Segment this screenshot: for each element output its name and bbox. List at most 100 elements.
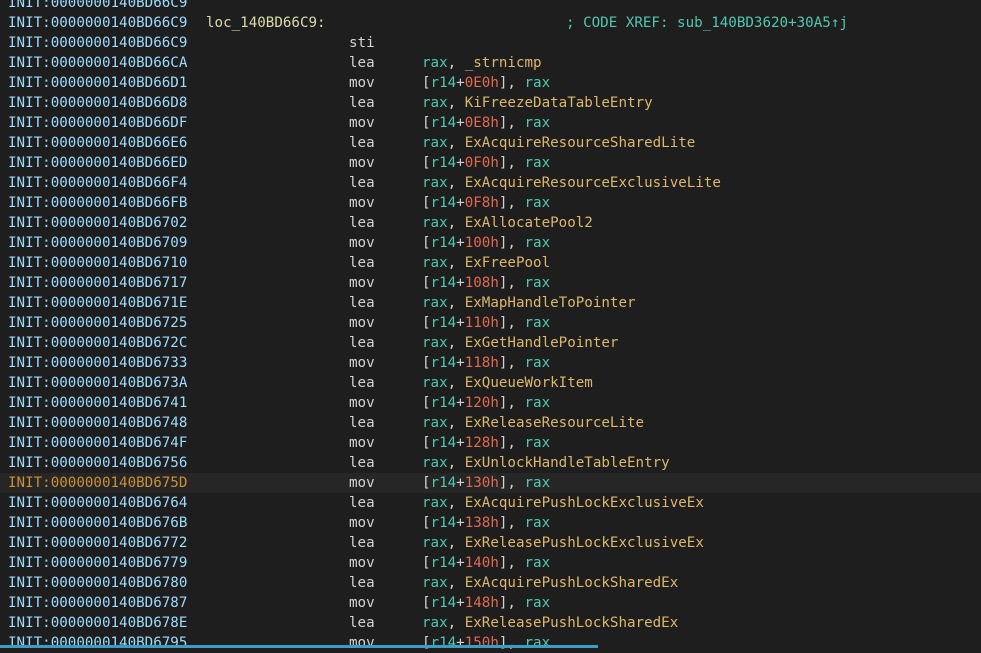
address[interactable]: INIT:0000000140BD66D8 <box>8 93 187 113</box>
address[interactable]: INIT:0000000140BD6748 <box>8 413 187 433</box>
symbol-operand[interactable]: ExAcquirePushLockSharedEx <box>465 575 679 591</box>
listing-row[interactable]: INIT:0000000140BD66E6 lea rax, ExAcquireRe… <box>0 133 981 153</box>
register-operand: rax <box>524 275 551 291</box>
address[interactable]: INIT:0000000140BD6717 <box>8 273 187 293</box>
mnemonic: mov <box>349 235 375 251</box>
listing-row[interactable]: INIT:0000000140BD6733 mov [r14+118h], rax <box>0 353 981 373</box>
mnemonic: mov <box>349 395 375 411</box>
operands: rax, ExReleasePushLockExclusiveEx <box>422 535 704 551</box>
address[interactable]: INIT:0000000140BD676B <box>8 513 187 533</box>
listing-row[interactable]: INIT:0000000140BD678E lea rax, ExReleasePu… <box>0 613 981 633</box>
mnemonic: lea <box>349 95 375 111</box>
listing-row[interactable]: INIT:0000000140BD674F mov [r14+128h], rax <box>0 433 981 453</box>
listing-row[interactable]: INIT:0000000140BD6717 mov [r14+108h], rax <box>0 273 981 293</box>
address[interactable]: INIT:0000000140BD6772 <box>8 533 187 553</box>
listing-row[interactable]: INIT:0000000140BD66C9 sti <box>0 33 981 53</box>
listing-row[interactable]: INIT:0000000140BD6702 lea rax, ExAllocateP… <box>0 213 981 233</box>
operands: rax, ExAcquirePushLockExclusiveEx <box>422 495 704 511</box>
mnemonic: sti <box>349 35 375 51</box>
symbol-operand[interactable]: _strnicmp <box>465 55 542 71</box>
listing-row[interactable]: INIT:0000000140BD6710 lea rax, ExFreePool <box>0 253 981 273</box>
symbol-operand[interactable]: ExGetHandlePointer <box>465 335 619 351</box>
listing-row[interactable]: INIT:0000000140BD66D8 lea rax, KiFreezeDat… <box>0 93 981 113</box>
listing-row[interactable]: INIT:0000000140BD66F4 lea rax, ExAcquireRe… <box>0 173 981 193</box>
listing-row[interactable]: INIT:0000000140BD6709 mov [r14+100h], rax <box>0 233 981 253</box>
listing-row[interactable]: INIT:0000000140BD66DF mov [r14+0E8h], rax <box>0 113 981 133</box>
listing-row[interactable]: INIT:0000000140BD66C9 loc_140BD66C9: ; COD… <box>0 13 981 33</box>
listing-row[interactable]: INIT:0000000140BD66ED mov [r14+0F0h], rax <box>0 153 981 173</box>
address[interactable]: INIT:0000000140BD66DF <box>8 113 187 133</box>
address[interactable]: INIT:0000000140BD66C9 <box>8 33 187 53</box>
listing-row[interactable]: INIT:0000000140BD675D mov [r14+130h], rax <box>0 473 981 493</box>
listing-row[interactable]: INIT:0000000140BD671E lea rax, ExMapHandle… <box>0 293 981 313</box>
address[interactable]: INIT:0000000140BD673A <box>8 373 187 393</box>
symbol-operand[interactable]: ExAcquireResourceExclusiveLite <box>465 175 721 191</box>
listing-row[interactable]: INIT:0000000140BD6787 mov [r14+148h], rax <box>0 593 981 613</box>
address[interactable]: INIT:0000000140BD66C9 <box>8 0 187 13</box>
symbol-operand[interactable]: KiFreezeDataTableEntry <box>465 95 653 111</box>
address[interactable]: INIT:0000000140BD6725 <box>8 313 187 333</box>
listing-row[interactable]: INIT:0000000140BD66D1 mov [r14+0E0h], rax <box>0 73 981 93</box>
address[interactable]: INIT:0000000140BD66E6 <box>8 133 187 153</box>
address[interactable]: INIT:0000000140BD6780 <box>8 573 187 593</box>
listing-row[interactable]: INIT:0000000140BD66CA lea rax, _strnicmp <box>0 53 981 73</box>
address[interactable]: INIT:0000000140BD671E <box>8 293 187 313</box>
address[interactable]: INIT:0000000140BD6733 <box>8 353 187 373</box>
listing-row[interactable]: INIT:0000000140BD672C lea rax, ExGetHandle… <box>0 333 981 353</box>
mnemonic: mov <box>349 275 375 291</box>
listing-row[interactable]: INIT:0000000140BD6756 lea rax, ExUnlockHan… <box>0 453 981 473</box>
address[interactable]: INIT:0000000140BD6764 <box>8 493 187 513</box>
symbol-operand[interactable]: ExQueueWorkItem <box>465 375 593 391</box>
address[interactable]: INIT:0000000140BD675D <box>8 473 187 493</box>
offset-value: 100h <box>464 235 499 251</box>
address[interactable]: INIT:0000000140BD66D1 <box>8 73 187 93</box>
address[interactable]: INIT:0000000140BD6741 <box>8 393 187 413</box>
listing-row[interactable]: INIT:0000000140BD676B mov [r14+138h], rax <box>0 513 981 533</box>
symbol-operand[interactable]: ExUnlockHandleTableEntry <box>465 455 670 471</box>
symbol-operand[interactable]: ExAcquirePushLockExclusiveEx <box>465 495 704 511</box>
symbol-operand[interactable]: ExReleasePushLockSharedEx <box>465 615 679 631</box>
symbol-operand[interactable]: ExAcquireResourceSharedLite <box>465 135 696 151</box>
listing-row[interactable]: INIT:0000000140BD66C9 <box>0 0 981 13</box>
address[interactable]: INIT:0000000140BD674F <box>8 433 187 453</box>
base-register: r14 <box>430 355 457 371</box>
listing-row[interactable]: INIT:0000000140BD6748 lea rax, ExReleaseRe… <box>0 413 981 433</box>
address[interactable]: INIT:0000000140BD66ED <box>8 153 187 173</box>
address[interactable]: INIT:0000000140BD6709 <box>8 233 187 253</box>
address[interactable]: INIT:0000000140BD6779 <box>8 553 187 573</box>
address[interactable]: INIT:0000000140BD66F4 <box>8 173 187 193</box>
disassembly-listing[interactable]: INIT:0000000140BD66C9 INIT:0000000140BD66… <box>0 0 981 653</box>
listing-row[interactable]: INIT:0000000140BD6764 lea rax, ExAcquirePu… <box>0 493 981 513</box>
listing-row[interactable]: INIT:0000000140BD6741 mov [r14+120h], rax <box>0 393 981 413</box>
listing-row[interactable]: INIT:0000000140BD6795 mov [r14+150h], rax <box>0 633 981 653</box>
register-operand: rax <box>524 395 551 411</box>
listing-row[interactable]: INIT:0000000140BD673A lea rax, ExQueueWork… <box>0 373 981 393</box>
base-register: r14 <box>430 395 457 411</box>
symbol-operand[interactable]: ExReleaseResourceLite <box>465 415 644 431</box>
address[interactable]: INIT:0000000140BD6795 <box>8 633 187 653</box>
address[interactable]: INIT:0000000140BD672C <box>8 333 187 353</box>
operands: [r14+138h], rax <box>422 515 551 531</box>
offset-value: 150h <box>464 635 499 651</box>
code-label[interactable]: loc_140BD66C9: <box>206 13 326 33</box>
address[interactable]: INIT:0000000140BD66C9 <box>8 13 187 33</box>
symbol-operand[interactable]: ExFreePool <box>465 255 550 271</box>
address[interactable]: INIT:0000000140BD6710 <box>8 253 187 273</box>
symbol-operand[interactable]: ExReleasePushLockExclusiveEx <box>465 535 704 551</box>
xref-comment[interactable]: ; CODE XREF: sub_140BD3620+30A5↑j <box>566 13 848 33</box>
listing-row[interactable]: INIT:0000000140BD6779 mov [r14+140h], rax <box>0 553 981 573</box>
symbol-operand[interactable]: ExAllocatePool2 <box>465 215 593 231</box>
operands: rax, ExReleaseResourceLite <box>422 415 645 431</box>
listing-row[interactable]: INIT:0000000140BD6725 mov [r14+110h], rax <box>0 313 981 333</box>
address[interactable]: INIT:0000000140BD678E <box>8 613 187 633</box>
listing-row[interactable]: INIT:0000000140BD66FB mov [r14+0F8h], rax <box>0 193 981 213</box>
address[interactable]: INIT:0000000140BD6756 <box>8 453 187 473</box>
address[interactable]: INIT:0000000140BD66FB <box>8 193 187 213</box>
operands: rax, ExGetHandlePointer <box>422 335 619 351</box>
listing-row[interactable]: INIT:0000000140BD6772 lea rax, ExReleasePu… <box>0 533 981 553</box>
address[interactable]: INIT:0000000140BD6787 <box>8 593 187 613</box>
address[interactable]: INIT:0000000140BD6702 <box>8 213 187 233</box>
symbol-operand[interactable]: ExMapHandleToPointer <box>465 295 636 311</box>
listing-row[interactable]: INIT:0000000140BD6780 lea rax, ExAcquirePu… <box>0 573 981 593</box>
address[interactable]: INIT:0000000140BD66CA <box>8 53 187 73</box>
